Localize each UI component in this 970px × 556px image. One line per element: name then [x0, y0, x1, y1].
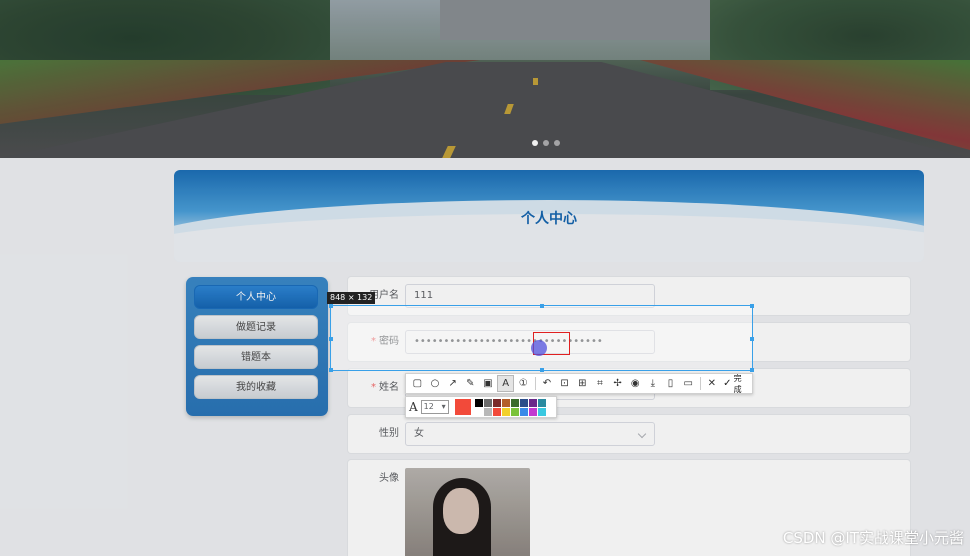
capture-dimensions: 848 × 132	[327, 292, 376, 304]
font-size-select[interactable]: 12	[420, 400, 449, 414]
resize-handle[interactable]	[329, 337, 333, 341]
color-swatch[interactable]	[501, 407, 510, 416]
current-color-swatch[interactable]	[454, 399, 471, 415]
check-icon: ✓	[723, 378, 732, 389]
road-marking	[533, 78, 538, 85]
avatar-label: 头像	[379, 473, 399, 484]
avatar-image[interactable]	[405, 468, 530, 556]
color-swatch[interactable]	[483, 407, 492, 416]
download-icon[interactable]: ⤓	[645, 375, 662, 392]
ellipse-tool-icon[interactable]: ○	[427, 375, 444, 392]
avatar-face	[443, 488, 479, 534]
sidebar-item-answer-records[interactable]: 做题记录	[194, 315, 318, 339]
pin-icon[interactable]: ✢	[609, 375, 626, 392]
color-swatch[interactable]	[492, 398, 501, 407]
sidebar-item-favorites[interactable]: 我的收藏	[194, 375, 318, 399]
color-swatch[interactable]	[483, 398, 492, 407]
color-swatch[interactable]	[519, 407, 528, 416]
cursor-indicator	[531, 340, 547, 356]
rectangle-tool-icon[interactable]: ▢	[409, 375, 426, 392]
color-swatch[interactable]	[528, 407, 537, 416]
sidebar-item-profile[interactable]: 个人中心	[194, 285, 318, 309]
watermark: CSDN @IT实战课堂小元酱	[782, 529, 964, 547]
color-swatch[interactable]	[492, 407, 501, 416]
carousel-indicators	[532, 140, 560, 146]
color-swatch[interactable]	[474, 398, 483, 407]
hero-banner	[0, 0, 970, 158]
translate-icon[interactable]: ⊞	[574, 375, 591, 392]
carousel-dot[interactable]	[543, 140, 549, 146]
color-palette	[474, 398, 546, 416]
color-swatch[interactable]	[501, 398, 510, 407]
sidebar-item-wrong-questions[interactable]: 错题本	[194, 345, 318, 369]
color-swatch[interactable]	[474, 407, 483, 416]
form-row-gender: 性别 女	[348, 415, 910, 453]
profile-header: 个人中心	[174, 170, 924, 262]
done-button[interactable]: ✓ 完成	[723, 373, 749, 395]
color-swatch[interactable]	[528, 398, 537, 407]
resize-handle[interactable]	[329, 368, 333, 372]
phone-icon[interactable]: ▯	[662, 375, 679, 392]
bookmark-icon[interactable]: ▭	[680, 375, 697, 392]
gender-label: 性别	[379, 428, 399, 439]
sidebar-menu: 个人中心 做题记录 错题本 我的收藏	[186, 277, 328, 416]
color-swatch[interactable]	[537, 407, 546, 416]
ocr-icon[interactable]: ⊡	[556, 375, 573, 392]
toolbar-divider	[534, 377, 536, 390]
color-swatch[interactable]	[510, 407, 519, 416]
gender-select[interactable]: 女	[405, 422, 655, 446]
resize-handle[interactable]	[750, 368, 754, 372]
number-tool-icon[interactable]: ①	[515, 375, 532, 392]
close-icon[interactable]: ✕	[704, 375, 721, 392]
text-style-bar: A 12	[405, 396, 557, 418]
pen-tool-icon[interactable]: ✎	[462, 375, 479, 392]
resize-handle[interactable]	[329, 304, 333, 308]
carousel-dot[interactable]	[554, 140, 560, 146]
carousel-dot[interactable]	[532, 140, 538, 146]
resize-handle[interactable]	[750, 337, 754, 341]
color-swatch[interactable]	[510, 398, 519, 407]
capture-toolbar: ▢ ○ ↗ ✎ ▣ A ① ↶ ⊡ ⊞ ⌗ ✢ ◉ ⤓ ▯ ▭ ✕ ✓ 完成	[405, 373, 753, 394]
name-label: * 姓名	[371, 382, 399, 393]
resize-handle[interactable]	[540, 368, 544, 372]
resize-handle[interactable]	[540, 304, 544, 308]
text-tool-icon[interactable]: A	[497, 375, 514, 392]
font-icon: A	[409, 400, 418, 414]
done-label: 完成	[733, 373, 742, 394]
arrow-tool-icon[interactable]: ↗	[444, 375, 461, 392]
resize-handle[interactable]	[750, 304, 754, 308]
undo-icon[interactable]: ↶	[539, 375, 556, 392]
record-icon[interactable]: ◉	[627, 375, 644, 392]
color-swatch[interactable]	[537, 398, 546, 407]
mosaic-tool-icon[interactable]: ▣	[480, 375, 497, 392]
page-title: 个人中心	[521, 211, 577, 227]
banner-building	[440, 0, 710, 40]
toolbar-divider	[699, 377, 701, 390]
scan-icon[interactable]: ⌗	[592, 375, 609, 392]
color-swatch[interactable]	[519, 398, 528, 407]
